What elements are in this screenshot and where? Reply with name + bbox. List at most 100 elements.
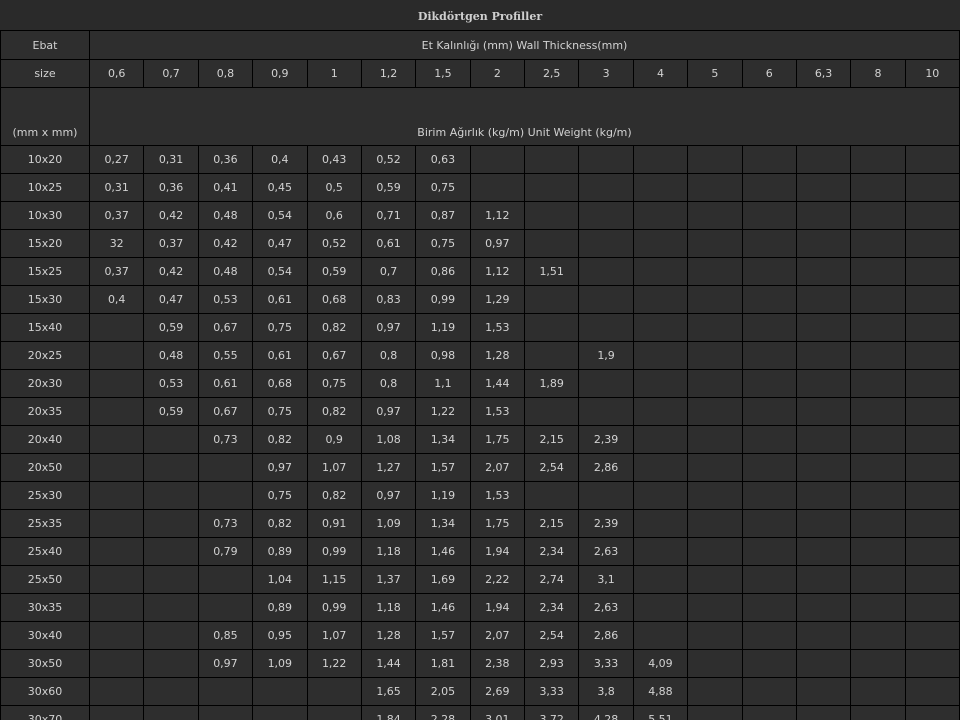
weight-cell xyxy=(687,425,743,454)
weight-cell xyxy=(741,649,797,678)
thickness-header-cell: 2 xyxy=(469,59,526,88)
weight-cell xyxy=(904,453,960,482)
weight-cell: 0,54 xyxy=(252,257,308,286)
weight-cell: 0,27 xyxy=(88,145,145,174)
weight-cell: 1,08 xyxy=(360,425,417,454)
weight-cell: 0,48 xyxy=(197,257,254,286)
weight-cell: 0,37 xyxy=(88,201,145,230)
header-unit-weight: Birim Ağırlık (kg/m) Unit Weight (kg/m) xyxy=(89,87,960,146)
weight-cell: 0,63 xyxy=(415,145,471,174)
weight-cell: 1,53 xyxy=(469,481,526,510)
weight-cell xyxy=(850,649,906,678)
weight-cell: 0,48 xyxy=(143,341,199,370)
weight-cell xyxy=(88,425,145,454)
weight-cell xyxy=(88,705,145,720)
weight-cell xyxy=(904,537,960,566)
weight-cell xyxy=(523,313,580,342)
weight-cell xyxy=(850,705,906,720)
weight-cell: 2,69 xyxy=(469,677,526,706)
weight-cell: 1,22 xyxy=(306,649,362,678)
weight-cell: 0,59 xyxy=(143,397,199,426)
weight-cell xyxy=(632,397,689,426)
weight-cell: 0,73 xyxy=(197,509,254,538)
weight-cell: 0,37 xyxy=(88,257,145,286)
thickness-header-cell: 6,3 xyxy=(795,59,852,88)
weight-cell xyxy=(904,649,960,678)
weight-cell: 1,18 xyxy=(360,593,417,622)
weight-cell: 1,53 xyxy=(469,397,526,426)
size-cell: 30x50 xyxy=(0,649,90,678)
thickness-header-cell: 1 xyxy=(306,59,362,88)
thickness-header-cell: 1,2 xyxy=(360,59,417,88)
size-cell: 25x50 xyxy=(0,565,90,594)
table-row: 20x30 0,53 0,61 0,68 0,75 0,8 1,1 1,44 1,89 xyxy=(0,369,960,398)
weight-cell xyxy=(904,593,960,622)
weight-cell: 0,95 xyxy=(252,621,308,650)
weight-cell xyxy=(632,229,689,258)
weight-cell xyxy=(687,593,743,622)
weight-cell xyxy=(850,313,906,342)
weight-cell xyxy=(88,397,145,426)
weight-cell xyxy=(850,509,906,538)
weight-cell xyxy=(741,425,797,454)
thickness-header-cell: 8 xyxy=(850,59,906,88)
weight-cell xyxy=(687,677,743,706)
weight-cell: 2,38 xyxy=(469,649,526,678)
weight-cell: 1,1 xyxy=(415,369,471,398)
weight-cell: 1,27 xyxy=(360,453,417,482)
size-cell: 20x30 xyxy=(0,369,90,398)
weight-cell: 0,99 xyxy=(306,593,362,622)
weight-cell: 4,28 xyxy=(578,705,634,720)
weight-cell xyxy=(850,341,906,370)
weight-cell xyxy=(578,481,634,510)
weight-cell: 0,98 xyxy=(415,341,471,370)
size-cell: 20x25 xyxy=(0,341,90,370)
weight-cell: 1,28 xyxy=(360,621,417,650)
table-row: 15x20 32 0,37 0,42 0,47 0,52 0,61 0,75 0,97 xyxy=(0,229,960,258)
weight-cell: 1,12 xyxy=(469,257,526,286)
weight-cell xyxy=(143,481,199,510)
weight-cell xyxy=(687,145,743,174)
weight-cell: 1,37 xyxy=(360,565,417,594)
weight-cell xyxy=(850,397,906,426)
weight-cell: 1,84 xyxy=(360,705,417,720)
weight-cell xyxy=(850,565,906,594)
weight-cell: 1,07 xyxy=(306,453,362,482)
weight-cell xyxy=(143,565,199,594)
weight-cell: 0,75 xyxy=(252,397,308,426)
weight-cell: 0,79 xyxy=(197,537,254,566)
weight-cell xyxy=(741,397,797,426)
weight-cell: 0,82 xyxy=(306,481,362,510)
weight-cell: 0,87 xyxy=(415,201,471,230)
weight-cell xyxy=(687,341,743,370)
weight-cell xyxy=(904,397,960,426)
weight-cell: 1,28 xyxy=(469,341,526,370)
weight-cell: 1,81 xyxy=(415,649,471,678)
weight-cell: 0,82 xyxy=(252,425,308,454)
weight-cell xyxy=(143,621,199,650)
weight-cell xyxy=(143,425,199,454)
weight-cell xyxy=(850,285,906,314)
weight-cell xyxy=(741,285,797,314)
thickness-header-cell: 0,7 xyxy=(143,59,199,88)
weight-cell: 1,22 xyxy=(415,397,471,426)
weight-cell: 0,43 xyxy=(306,145,362,174)
weight-cell xyxy=(904,173,960,202)
weight-cell: 0,8 xyxy=(360,369,417,398)
weight-cell xyxy=(850,593,906,622)
weight-cell: 1,07 xyxy=(306,621,362,650)
weight-cell xyxy=(795,509,852,538)
weight-cell xyxy=(632,621,689,650)
weight-cell xyxy=(469,173,526,202)
weight-cell: 1,53 xyxy=(469,313,526,342)
weight-cell xyxy=(795,257,852,286)
weight-cell xyxy=(850,481,906,510)
weight-cell: 1,89 xyxy=(523,369,580,398)
header-row-unit-weight: (mm x mm) Birim Ağırlık (kg/m) Unit Weig… xyxy=(0,87,960,146)
thickness-header-cell: 2,5 xyxy=(523,59,580,88)
weight-cell: 0,97 xyxy=(360,397,417,426)
weight-cell xyxy=(632,537,689,566)
weight-cell xyxy=(795,453,852,482)
weight-cell xyxy=(578,285,634,314)
header-mm: (mm x mm) xyxy=(0,87,90,146)
